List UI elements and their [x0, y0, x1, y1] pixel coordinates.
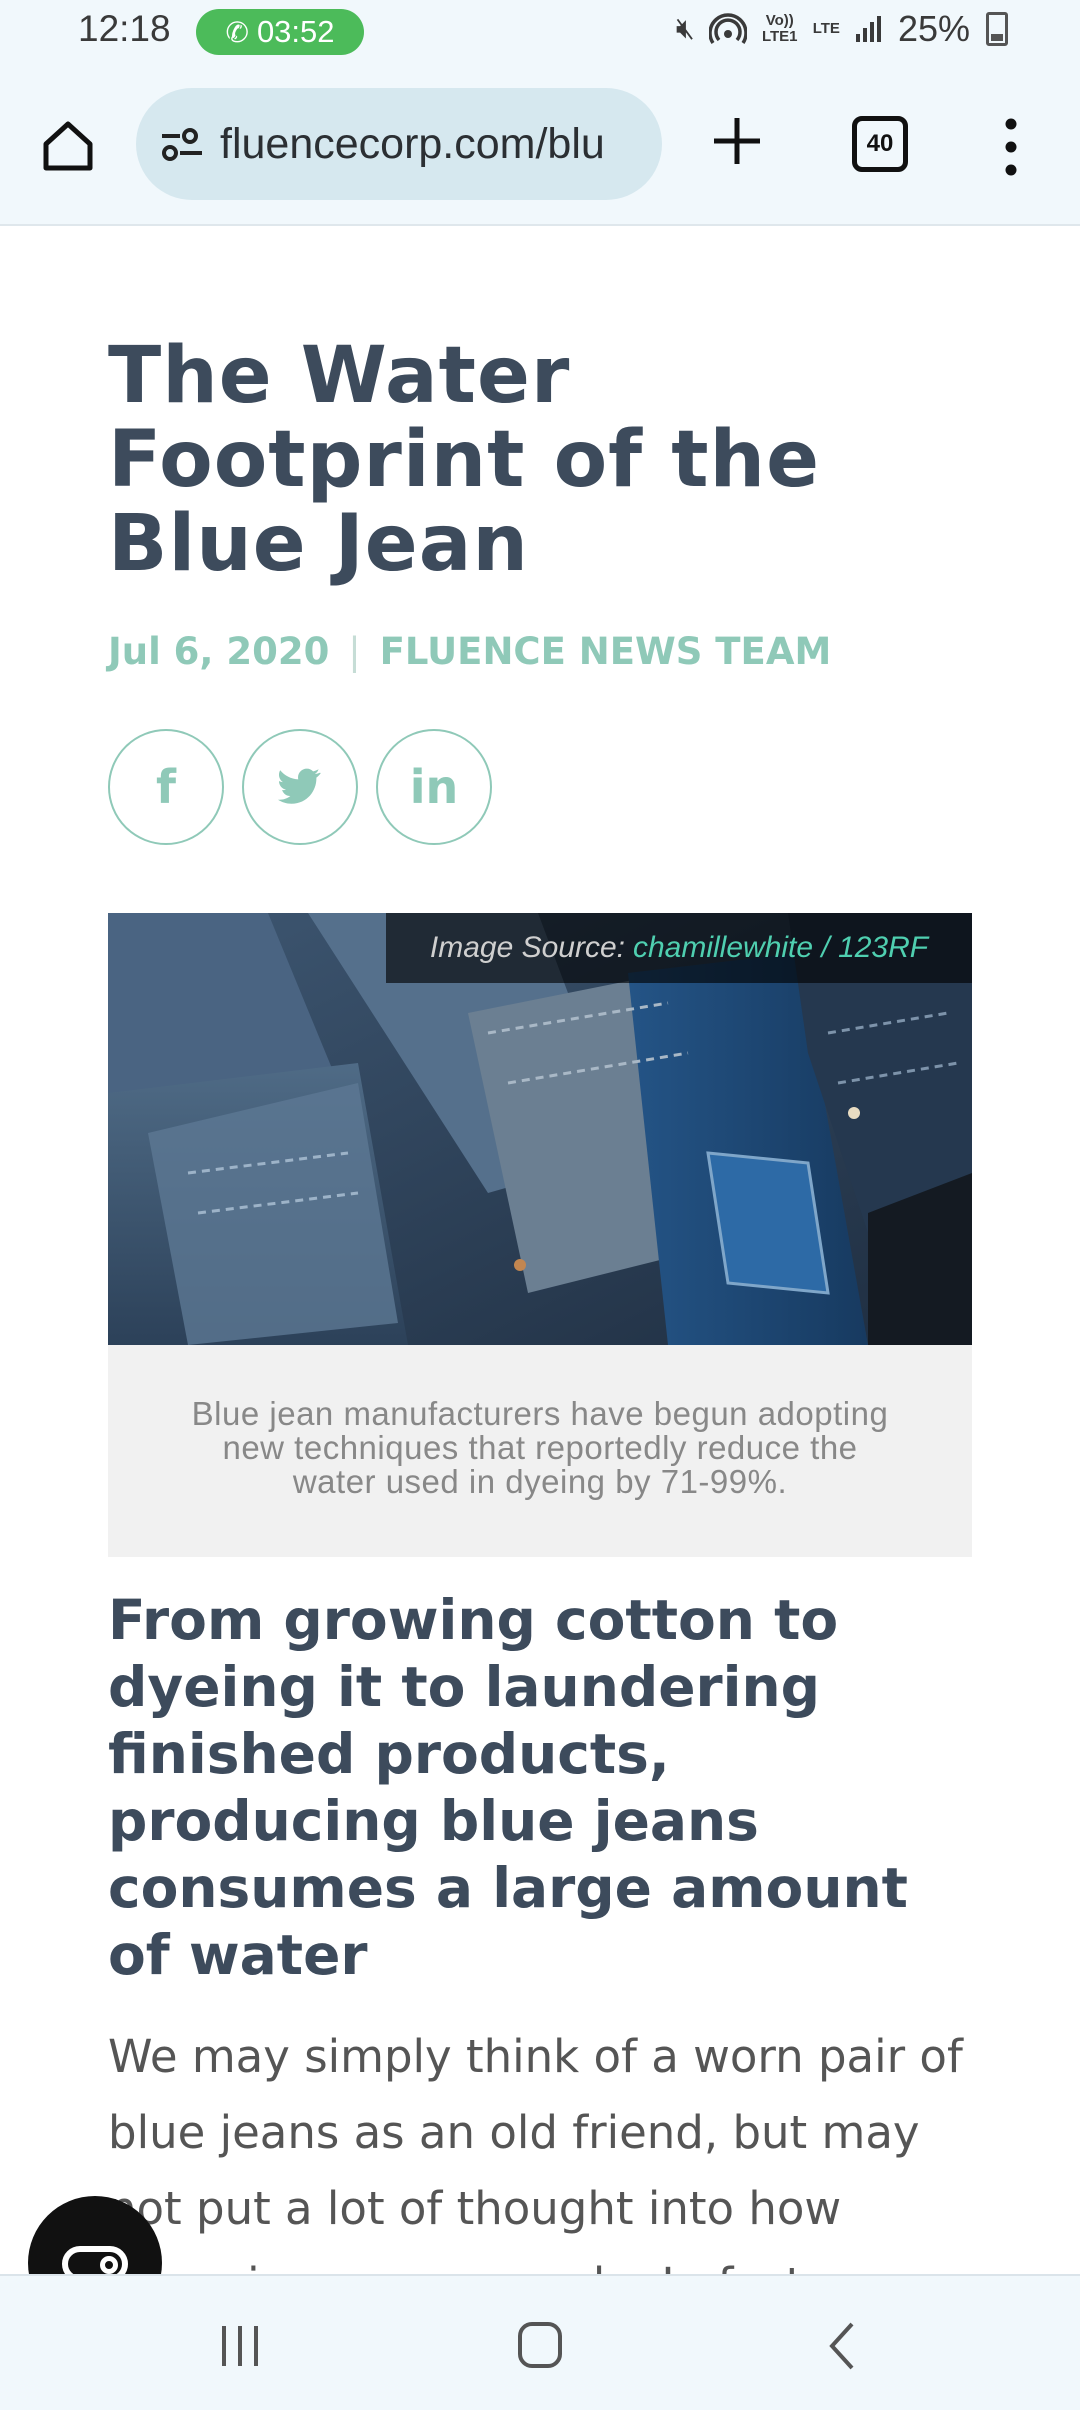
- site-settings-icon[interactable]: [158, 120, 206, 168]
- article-date[interactable]: Jul 6, 2020: [108, 630, 329, 673]
- meta-separator: |: [348, 630, 361, 673]
- signal-icon: [855, 16, 881, 42]
- image-credit: Image Source: chamillewhite / 123RF: [386, 913, 972, 983]
- home-icon[interactable]: [38, 116, 98, 176]
- status-icons: 🔇︎ Vo)) LTE1 LTE 25%: [676, 8, 1008, 50]
- article: The Water Footprint of the Blue Jean Jul…: [108, 224, 972, 2399]
- status-bar: 12:18 ✆ 03:52 🔇︎ Vo)) LTE1 LTE 25%: [0, 0, 1080, 66]
- status-time: 12:18: [78, 8, 171, 49]
- back-icon[interactable]: [814, 2318, 874, 2374]
- article-image: Image Source: chamillewhite / 123RF: [108, 913, 972, 1345]
- image-credit-label: Image Source:: [429, 931, 625, 964]
- facebook-icon[interactable]: f: [108, 729, 224, 845]
- address-bar[interactable]: fluencecorp.com/blu: [136, 88, 662, 200]
- battery-percent: 25%: [897, 8, 970, 49]
- article-subheading: From growing cotton to dyeing it to laun…: [108, 1588, 908, 1987]
- url-text: fluencecorp.com/blu: [220, 119, 605, 168]
- twitter-icon[interactable]: [242, 729, 358, 845]
- linkedin-icon[interactable]: in: [376, 729, 492, 845]
- recent-apps-icon[interactable]: [210, 2318, 270, 2374]
- article-author[interactable]: FLUENCE NEWS TEAM: [380, 630, 832, 673]
- system-nav-bar: [0, 2274, 1080, 2410]
- volte-indicator: Vo)) LTE1: [761, 12, 798, 45]
- article-title: The Water Footprint of the Blue Jean: [108, 331, 820, 589]
- article-meta: Jul 6, 2020 | FLUENCE NEWS TEAM: [108, 630, 972, 673]
- image-credit-link[interactable]: chamillewhite / 123RF: [633, 931, 928, 965]
- browser-toolbar: fluencecorp.com/blu 40: [0, 66, 1080, 226]
- phone-icon: ✆: [225, 16, 249, 48]
- call-badge[interactable]: ✆ 03:52: [196, 9, 364, 55]
- home-nav-icon[interactable]: [510, 2318, 570, 2374]
- lte-indicator: LTE: [812, 20, 840, 37]
- social-share: f in: [108, 729, 972, 845]
- battery-icon: [986, 12, 1008, 46]
- image-caption: Blue jean manufacturers have begun adopt…: [108, 1345, 972, 1557]
- hotspot-icon: [708, 13, 747, 44]
- caption-text: Blue jean manufacturers have begun adopt…: [191, 1395, 889, 1500]
- new-tab-icon[interactable]: [706, 110, 768, 172]
- tabs-icon[interactable]: 40: [852, 116, 908, 172]
- mute-icon: 🔇︎: [675, 12, 695, 45]
- menu-icon[interactable]: [996, 112, 1026, 182]
- call-timer: 03:52: [256, 14, 335, 49]
